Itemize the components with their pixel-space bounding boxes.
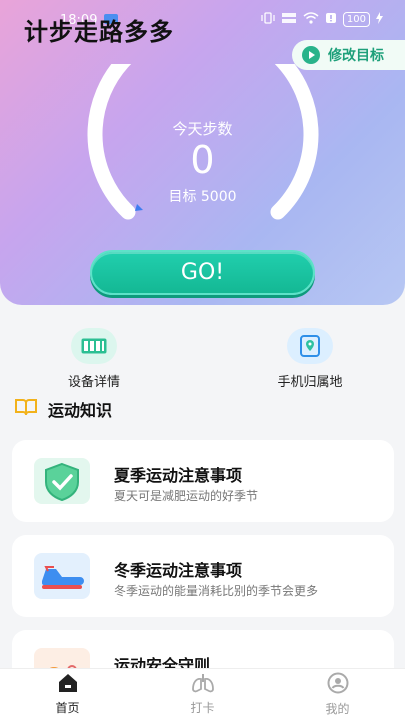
data-speed-icon xyxy=(281,12,297,27)
knowledge-card-subtitle: 夏天可是减肥运动的好季节 xyxy=(114,489,259,503)
tab-checkin[interactable]: 打卡 xyxy=(135,669,270,720)
knowledge-section-header: 运动知识 xyxy=(14,397,112,421)
device-panel-icon xyxy=(71,328,117,364)
knowledge-card-subtitle: 冬季运动的能量消耗比别的季节会更多 xyxy=(114,584,319,598)
knowledge-card-winter[interactable]: 冬季运动注意事项 冬季运动的能量消耗比别的季节会更多 xyxy=(12,535,394,617)
book-icon xyxy=(14,397,38,421)
tab-profile[interactable]: 我的 xyxy=(270,669,405,720)
phone-location-label: 手机归属地 xyxy=(277,375,343,390)
profile-icon xyxy=(327,672,349,698)
status-icons: 100 xyxy=(261,12,383,27)
go-button[interactable]: GO! xyxy=(90,250,315,295)
alert-icon xyxy=(325,12,337,27)
phone-location-link[interactable]: 手机归属地 xyxy=(250,328,370,390)
sneakers-icon xyxy=(34,553,90,599)
tab-home[interactable]: 首页 xyxy=(0,669,135,720)
vibrate-icon xyxy=(261,12,275,27)
bottom-tab-bar: 首页 打卡 我的 xyxy=(0,668,405,720)
home-icon xyxy=(57,673,79,697)
charging-icon xyxy=(376,12,383,27)
target-steps: 目标 5000 xyxy=(168,189,237,205)
steps-count: 0 xyxy=(190,138,215,182)
app-title: 计步走路多多 xyxy=(24,18,174,46)
lungs-icon xyxy=(191,673,215,697)
hero-panel: 18:09 100 计步走路多多 修改目标 今天步数 0 目标 5000 GO! xyxy=(0,0,405,305)
phone-location-icon xyxy=(287,328,333,364)
wifi-icon xyxy=(303,12,319,27)
tab-home-label: 首页 xyxy=(55,701,80,715)
tab-checkin-label: 打卡 xyxy=(190,701,215,715)
knowledge-card-title: 夏季运动注意事项 xyxy=(114,466,243,485)
play-icon xyxy=(302,46,320,64)
device-details-link[interactable]: 设备详情 xyxy=(34,328,154,390)
knowledge-card-title: 冬季运动注意事项 xyxy=(114,561,243,580)
knowledge-card-summer[interactable]: 夏季运动注意事项 夏天可是减肥运动的好季节 xyxy=(12,440,394,522)
today-steps-label: 今天步数 xyxy=(172,120,233,138)
tab-profile-label: 我的 xyxy=(325,702,350,716)
device-details-label: 设备详情 xyxy=(67,375,120,390)
knowledge-section-title: 运动知识 xyxy=(48,401,113,420)
shield-check-icon xyxy=(34,458,90,504)
battery-level: 100 xyxy=(342,12,370,27)
edit-goal-label: 修改目标 xyxy=(328,48,384,64)
